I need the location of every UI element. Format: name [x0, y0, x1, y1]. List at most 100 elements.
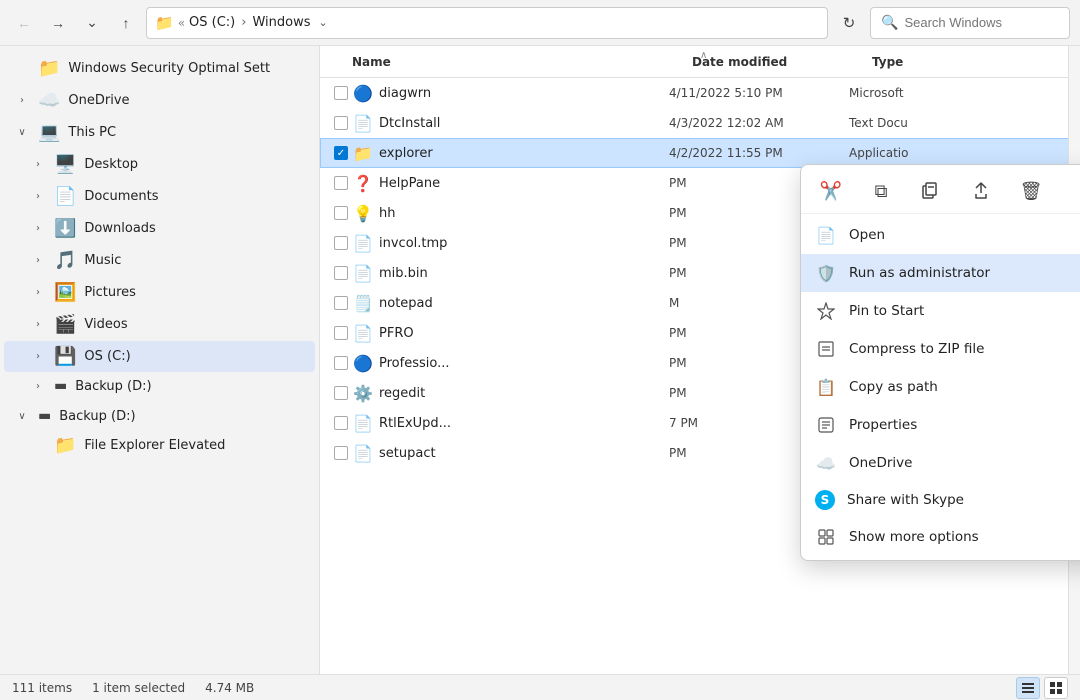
sidebar-item-documents[interactable]: › 📄 Documents — [4, 181, 315, 212]
context-menu-compress-zip[interactable]: Compress to ZIP file — [801, 330, 1080, 368]
up-button[interactable]: ↑ — [112, 9, 140, 37]
row-checkbox[interactable] — [334, 266, 348, 280]
selected-count: 1 item selected — [92, 681, 185, 695]
sidebar-item-file-explorer-elevated[interactable]: 📁 File Explorer Elevated — [4, 430, 315, 461]
row-checkbox[interactable] — [334, 116, 348, 130]
sidebar-item-videos[interactable]: › 🎬 Videos — [4, 309, 315, 340]
row-checkbox[interactable] — [334, 386, 348, 400]
sidebar-item-music[interactable]: › 🎵 Music — [4, 245, 315, 276]
sidebar-item-backup-d2[interactable]: ∨ ▬ Backup (D:) — [4, 403, 315, 429]
expander-icon: › — [30, 191, 46, 202]
folder-icon: 📁 — [155, 14, 174, 32]
file-icon: 🔵 — [353, 84, 373, 103]
file-name: HelpPane — [379, 176, 669, 191]
expander-icon: › — [30, 319, 46, 330]
context-menu-run-admin[interactable]: 🛡️ Run as administrator — [801, 254, 1080, 292]
row-checkbox[interactable] — [334, 296, 348, 310]
expander-icon: › — [30, 223, 46, 234]
open-icon: 📄 — [815, 224, 837, 246]
sidebar-item-desktop[interactable]: › 🖥️ Desktop — [4, 149, 315, 180]
copy-button[interactable]: ⧉ — [865, 175, 897, 207]
sidebar-item-label: This PC — [68, 125, 116, 140]
list-view-button[interactable] — [1016, 677, 1040, 699]
row-checkbox[interactable]: ✓ — [334, 146, 348, 160]
file-icon: 📄 — [353, 444, 373, 463]
file-icon: 📄 — [353, 114, 373, 133]
row-checkbox[interactable] — [334, 176, 348, 190]
file-name: PFRO — [379, 326, 669, 341]
sidebar-item-this-pc[interactable]: ∨ 💻 This PC — [4, 117, 315, 148]
row-checkbox[interactable] — [334, 86, 348, 100]
sidebar-item-windows-security[interactable]: 📁 Windows Security Optimal Sett — [4, 53, 315, 84]
context-menu-onedrive[interactable]: ☁️ OneDrive › — [801, 444, 1080, 482]
sidebar-item-label: OneDrive — [68, 93, 129, 108]
search-input[interactable] — [904, 15, 1064, 30]
share-button[interactable] — [965, 175, 997, 207]
dropdown-button[interactable]: ⌄ — [78, 9, 106, 37]
sidebar-item-downloads[interactable]: › ⬇️ Downloads — [4, 213, 315, 244]
file-icon: 🔵 — [353, 354, 373, 373]
breadcrumb-arrow: › — [241, 15, 246, 30]
folder-elevated-icon: 📁 — [54, 435, 76, 456]
sidebar: 📁 Windows Security Optimal Sett › ☁️ One… — [0, 46, 320, 674]
breadcrumb-windows[interactable]: Windows — [252, 15, 310, 30]
refresh-button[interactable]: ↻ — [834, 8, 864, 38]
col-type-header[interactable]: Type — [872, 55, 1022, 69]
sidebar-item-onedrive[interactable]: › ☁️ OneDrive — [4, 85, 315, 116]
music-icon: 🎵 — [54, 250, 76, 271]
main-area: 📁 Windows Security Optimal Sett › ☁️ One… — [0, 46, 1080, 674]
file-name: explorer — [379, 146, 669, 161]
address-dropdown-icon[interactable]: ⌄ — [318, 16, 327, 29]
context-menu-open[interactable]: 📄 Open Enter — [801, 216, 1080, 254]
back-button[interactable]: ← — [10, 9, 38, 37]
context-menu-pin-start[interactable]: Pin to Start — [801, 292, 1080, 330]
row-checkbox[interactable] — [334, 326, 348, 340]
row-checkbox[interactable] — [334, 356, 348, 370]
col-date-header[interactable]: Date modified — [692, 55, 872, 69]
file-icon: 🗒️ — [353, 294, 373, 313]
backup-drive-icon: ▬ — [54, 378, 67, 394]
sidebar-item-backup-d1[interactable]: › ▬ Backup (D:) — [4, 373, 315, 399]
file-name: DtcInstall — [379, 116, 669, 131]
address-bar[interactable]: 📁 « OS (C:) › Windows ⌄ — [146, 7, 828, 39]
context-menu-share-skype[interactable]: S Share with Skype — [801, 482, 1080, 518]
show-more-icon — [815, 526, 837, 548]
onedrive-icon: ☁️ — [815, 452, 837, 474]
paste-shortcut-button[interactable] — [915, 175, 947, 207]
grid-view-button[interactable] — [1044, 677, 1068, 699]
breadcrumb-os[interactable]: OS (C:) — [189, 15, 235, 30]
file-icon: 📄 — [353, 264, 373, 283]
row-checkbox[interactable] — [334, 236, 348, 250]
table-row[interactable]: 📄 DtcInstall 4/3/2022 12:02 AM Text Docu — [320, 108, 1080, 138]
desktop-icon: 🖥️ — [54, 154, 76, 175]
skype-icon: S — [815, 490, 835, 510]
context-menu-show-more[interactable]: Show more options Shift+F10 — [801, 518, 1080, 556]
status-bar: 111 items 1 item selected 4.74 MB — [0, 674, 1080, 700]
row-checkbox[interactable] — [334, 416, 348, 430]
context-menu-item-label: Open — [849, 227, 1080, 243]
file-icon: 📄 — [353, 234, 373, 253]
breadcrumb-sep: « — [178, 16, 185, 30]
sidebar-item-os-c[interactable]: › 💾 OS (C:) — [4, 341, 315, 372]
downloads-icon: ⬇️ — [54, 218, 76, 239]
row-checkbox[interactable] — [334, 446, 348, 460]
copy-path-icon: 📋 — [815, 376, 837, 398]
cut-button[interactable]: ✂️ — [815, 175, 847, 207]
forward-button[interactable]: → — [44, 9, 72, 37]
context-menu-item-label: OneDrive — [849, 455, 1080, 471]
table-row[interactable]: 🔵 diagwrn 4/11/2022 5:10 PM Microsoft — [320, 78, 1080, 108]
sidebar-item-pictures[interactable]: › 🖼️ Pictures — [4, 277, 315, 308]
row-checkbox[interactable] — [334, 206, 348, 220]
file-date: 4/3/2022 12:02 AM — [669, 116, 849, 130]
file-icon: ❓ — [353, 174, 373, 193]
expander-icon: › — [30, 255, 46, 266]
col-name-header[interactable]: Name — [352, 55, 692, 69]
context-menu-properties[interactable]: Properties Alt+Enter — [801, 406, 1080, 444]
videos-icon: 🎬 — [54, 314, 76, 335]
context-menu-item-label: Compress to ZIP file — [849, 341, 1080, 357]
delete-button[interactable]: 🗑 — [1015, 175, 1047, 207]
context-menu-copy-path[interactable]: 📋 Copy as path Ctrl+Shift+C — [801, 368, 1080, 406]
selected-size: 4.74 MB — [205, 681, 254, 695]
search-bar: 🔍 — [870, 7, 1070, 39]
file-date: 4/2/2022 11:55 PM — [669, 146, 849, 160]
